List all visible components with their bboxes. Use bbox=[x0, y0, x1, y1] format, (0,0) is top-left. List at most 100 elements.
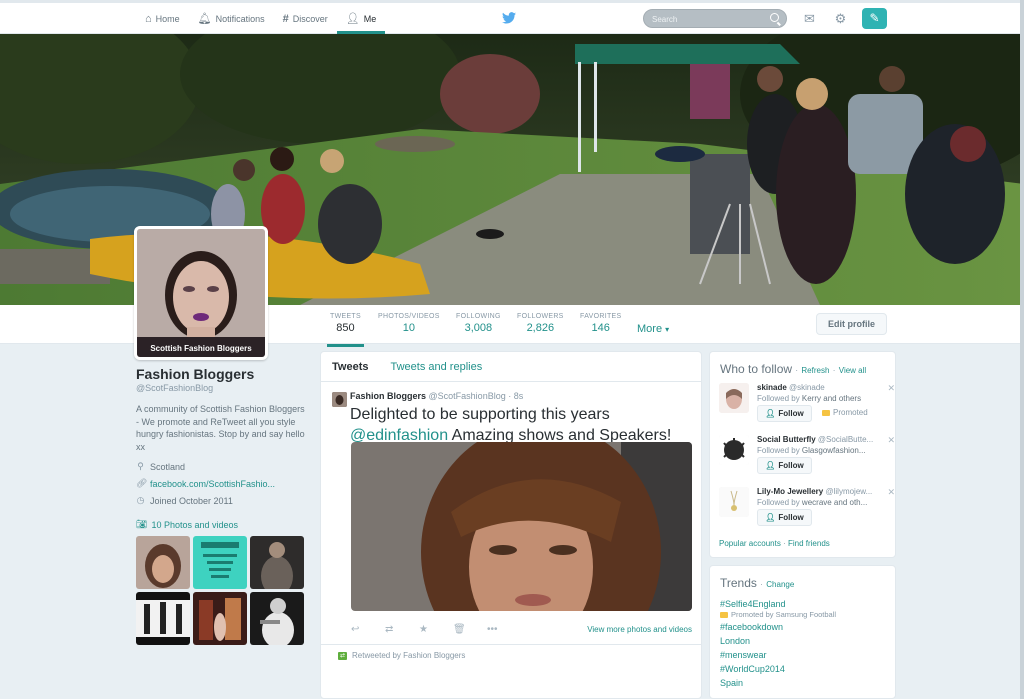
profile-website[interactable]: 🔗︎ facebook.com/ScottishFashio... bbox=[136, 478, 308, 489]
follow-label: Follow bbox=[778, 461, 804, 470]
follow-button[interactable]: 👤︎ Follow bbox=[757, 405, 812, 422]
tweet-text: Delighted to be supporting this years @e… bbox=[350, 404, 680, 446]
suggestion-name-line[interactable]: Lily-Mo Jewellery @lilymojew... bbox=[757, 487, 879, 496]
tweet-text-start: Delighted to be supporting this years bbox=[350, 406, 610, 423]
suggestion-avatar[interactable] bbox=[719, 383, 749, 413]
stat-photos-videos[interactable]: Photos/Videos 10 bbox=[378, 313, 440, 334]
suggestion-followed-by: Followed by Kerry and others bbox=[757, 394, 879, 403]
follow-label: Follow bbox=[778, 513, 804, 522]
tweet-author-avatar[interactable] bbox=[332, 392, 347, 407]
search-input[interactable] bbox=[652, 13, 762, 25]
tweet-timestamp[interactable]: · 8s bbox=[508, 391, 523, 401]
trend-promoted-by: Promoted by Samsung Football bbox=[720, 609, 885, 620]
nav-discover[interactable]: # Discover bbox=[274, 3, 337, 34]
stat-tweets[interactable]: Tweets 850 bbox=[327, 313, 364, 347]
edit-profile-button[interactable]: Edit profile bbox=[816, 313, 887, 335]
promoted-by-text: Promoted by Samsung Football bbox=[731, 610, 837, 619]
trends-title: Trends bbox=[720, 576, 757, 590]
photo-thumbnail[interactable] bbox=[250, 536, 304, 589]
follow-label: Follow bbox=[778, 409, 804, 418]
photos-videos-link[interactable]: 📷︎ 10 Photos and videos bbox=[136, 519, 308, 530]
tweet-author-handle[interactable]: @ScotFashionBlog bbox=[429, 391, 506, 401]
followed-by-names[interactable]: wecrave and oth... bbox=[802, 498, 867, 507]
tweet-photo[interactable] bbox=[351, 442, 692, 611]
more-dots-icon[interactable]: ••• bbox=[487, 624, 521, 635]
trend-list: #Selfie4England Promoted by Samsung Foot… bbox=[720, 597, 885, 690]
search-icon[interactable] bbox=[770, 13, 779, 22]
profile-handle[interactable]: @ScotFashionBlog bbox=[136, 383, 308, 393]
retweeted-by-text[interactable]: Retweeted by Fashion Bloggers bbox=[352, 651, 465, 660]
who-to-follow-header: Who to follow · Refresh · View all bbox=[720, 362, 867, 376]
stat-following-value: 3,008 bbox=[464, 322, 493, 334]
tweet-author-name[interactable]: Fashion Bloggers bbox=[350, 391, 426, 401]
suggestion-avatar[interactable] bbox=[719, 435, 749, 465]
stat-followers-label: Followers bbox=[517, 313, 564, 320]
nav-me-label: Me bbox=[363, 13, 377, 24]
stat-tweets-value: 850 bbox=[336, 322, 355, 334]
suggestion-name: Social Butterfly bbox=[757, 435, 816, 444]
nav-notifications[interactable]: 🔔︎ Notifications bbox=[189, 3, 274, 34]
promoted-badge: Promoted bbox=[822, 408, 868, 417]
nav-me[interactable]: 👤︎ Me bbox=[336, 3, 386, 34]
trend-item[interactable]: #facebookdown bbox=[720, 620, 885, 634]
search-box[interactable] bbox=[643, 9, 787, 28]
trend-item[interactable]: London bbox=[720, 634, 885, 648]
photo-thumbnail[interactable] bbox=[250, 592, 304, 645]
popular-accounts-link[interactable]: Popular accounts bbox=[719, 539, 781, 548]
photo-thumbnail[interactable] bbox=[193, 536, 247, 589]
chevron-down-icon: ▾ bbox=[665, 325, 670, 334]
trend-item[interactable]: #WorldCup2014 bbox=[720, 662, 885, 676]
suggestion-avatar[interactable] bbox=[719, 487, 749, 517]
trends-header: Trends · Change bbox=[720, 576, 795, 590]
dismiss-icon[interactable]: ✕ bbox=[887, 487, 895, 498]
reply-icon[interactable]: ↩ bbox=[351, 624, 385, 635]
profile-display-name[interactable]: Fashion Bloggers bbox=[136, 366, 308, 382]
tab-tweets[interactable]: Tweets bbox=[332, 361, 368, 373]
find-friends-link[interactable]: Find friends bbox=[788, 539, 830, 548]
suggestion-handle: @skinade bbox=[789, 383, 825, 392]
stat-favorites[interactable]: Favorites 146 bbox=[580, 313, 621, 334]
envelope-icon[interactable]: ✉ bbox=[802, 11, 817, 26]
more-dropdown[interactable]: More ▾ bbox=[637, 323, 669, 335]
change-trends-link[interactable]: Change bbox=[766, 580, 794, 589]
profile-avatar[interactable]: Scottish Fashion Bloggers bbox=[134, 226, 268, 360]
gear-icon[interactable]: ⚙ bbox=[833, 11, 848, 26]
stat-following-label: Following bbox=[456, 313, 501, 320]
dismiss-icon[interactable]: ✕ bbox=[887, 383, 895, 394]
photo-thumbnail[interactable] bbox=[193, 592, 247, 645]
nav-home[interactable]: ⌂ Home bbox=[136, 3, 189, 34]
follow-button[interactable]: 👤︎ Follow bbox=[757, 509, 812, 526]
suggestion-name-line[interactable]: skinade @skinade bbox=[757, 383, 879, 392]
add-person-icon: 👤︎ bbox=[765, 461, 776, 470]
person-icon: 👤︎ bbox=[345, 13, 360, 25]
dismiss-icon[interactable]: ✕ bbox=[887, 435, 895, 446]
stat-following[interactable]: Following 3,008 bbox=[456, 313, 501, 334]
photo-thumbnail[interactable] bbox=[136, 592, 190, 645]
compose-tweet-button[interactable]: ✎ bbox=[862, 8, 887, 29]
photo-thumbnail[interactable] bbox=[136, 536, 190, 589]
promoted-icon bbox=[720, 611, 728, 618]
trend-item[interactable]: #menswear bbox=[720, 648, 885, 662]
follow-suggestion: skinade @skinade Followed by Kerry and o… bbox=[719, 383, 895, 429]
profile-location: ⚲ Scotland bbox=[136, 461, 308, 472]
nav-home-label: Home bbox=[155, 13, 180, 24]
window-edge-scrollbar[interactable] bbox=[1020, 0, 1024, 699]
followed-by-names[interactable]: Kerry and others bbox=[802, 394, 861, 403]
refresh-link[interactable]: Refresh bbox=[801, 366, 829, 375]
suggestion-followed-by: Followed by Glasgowfashion... bbox=[757, 446, 879, 455]
follow-button[interactable]: 👤︎ Follow bbox=[757, 457, 812, 474]
trash-icon[interactable]: 🗑︎ bbox=[453, 624, 487, 635]
suggestion-name-line[interactable]: Social Butterfly @SocialButte... bbox=[757, 435, 879, 444]
tab-tweets-and-replies[interactable]: Tweets and replies bbox=[390, 361, 482, 373]
view-more-photos-link[interactable]: View more photos and videos bbox=[587, 625, 692, 634]
retweet-icon[interactable]: ⇄ bbox=[385, 624, 419, 635]
view-all-link[interactable]: View all bbox=[839, 366, 866, 375]
trend-item[interactable]: Spain bbox=[720, 676, 885, 690]
favorite-star-icon[interactable]: ★ bbox=[419, 624, 453, 635]
website-text[interactable]: facebook.com/ScottishFashio... bbox=[150, 479, 275, 489]
followed-by-names[interactable]: Glasgowfashion... bbox=[802, 446, 866, 455]
stat-followers[interactable]: Followers 2,826 bbox=[517, 313, 564, 334]
twitter-bird-icon[interactable] bbox=[502, 12, 516, 24]
followed-by-prefix: Followed by bbox=[757, 498, 800, 507]
tweet-item[interactable]: Fashion Bloggers @ScotFashionBlog · 8s D… bbox=[321, 383, 701, 446]
